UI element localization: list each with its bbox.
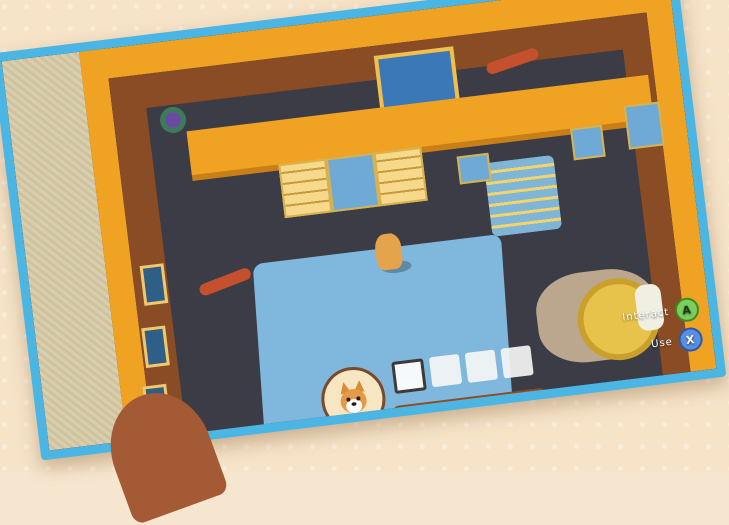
bed[interactable] — [483, 154, 563, 237]
cabinet-1[interactable] — [278, 158, 333, 219]
corgi-face-icon — [340, 380, 367, 414]
inventory-slot-4[interactable] — [500, 345, 534, 379]
cabinet-3[interactable] — [373, 146, 428, 207]
game-viewport: Interact A Use X — [1, 0, 717, 451]
inventory-slot-2[interactable] — [428, 353, 463, 388]
cabinet-2[interactable] — [325, 152, 381, 213]
shelf-right[interactable] — [623, 101, 665, 150]
a-button-icon[interactable]: A — [673, 296, 701, 324]
window-1 — [139, 263, 169, 306]
inventory-slot-1[interactable] — [391, 358, 427, 394]
nightstand-left[interactable] — [456, 152, 492, 185]
x-button-icon[interactable]: X — [677, 326, 705, 353]
inventory-slot-3[interactable] — [464, 349, 499, 383]
use-label: Use — [650, 336, 674, 350]
nightstand-right[interactable] — [570, 124, 606, 161]
window-2 — [141, 325, 170, 369]
interact-label: Interact — [621, 306, 670, 324]
